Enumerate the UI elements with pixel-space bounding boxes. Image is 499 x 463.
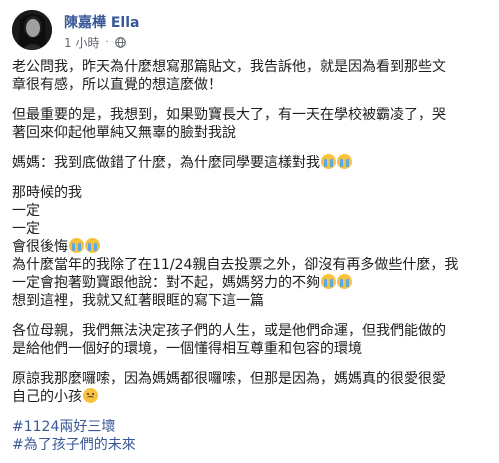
- crying-face-icon: [337, 274, 352, 289]
- text-line: 那時候的我: [12, 185, 82, 201]
- post-timestamp[interactable]: 1 小時: [64, 34, 99, 51]
- paragraph-3: 媽媽：我到底做錯了什麼，為什麼同學要這樣對我: [12, 154, 487, 172]
- text-line: 想到這裡，我就又紅著眼眶的寫下這一篇: [12, 293, 264, 309]
- text-line: 原諒我那麼囉嗦，因為媽媽都很囉嗦，但那是因為，媽媽真的很愛很愛: [12, 371, 446, 387]
- sad-face-icon: [83, 388, 98, 403]
- crying-face-icon: [321, 154, 336, 169]
- text-segment: 會很後悔: [12, 239, 68, 255]
- post-header: 陳嘉樺 Ella 1 小時 ·: [12, 10, 487, 54]
- paragraph-1: 老公問我，昨天為什麼想寫那篇貼文，我告訴他，就是因為看到那些文 章很有感，所以直…: [12, 58, 487, 94]
- text-line: 章很有感，所以直覺的想這麼做！: [12, 77, 222, 93]
- crying-face-icon: [69, 238, 84, 253]
- text-line: 一定會抱著勁寶跟他說：對不起，媽媽努力的不夠: [12, 274, 487, 292]
- text-line: 一定: [12, 221, 40, 237]
- crying-face-icon: [337, 154, 352, 169]
- paragraph-4: 那時候的我 一定 一定 會很後悔 為什麼當年的我除了在11/24親自去投票之外，…: [12, 184, 487, 310]
- text-line: 老公問我，昨天為什麼想寫那篇貼文，我告訴他，就是因為看到那些文: [12, 59, 446, 75]
- text-segment: 一定會抱著勁寶跟他說：對不起，媽媽努力的不夠: [12, 275, 320, 291]
- hashtag-link[interactable]: #為了孩子們的未來: [12, 436, 487, 454]
- text-segment: 媽媽：我到底做錯了什麼，為什麼同學要這樣對我: [12, 155, 320, 171]
- text-line: 著回來仰起他單純又無辜的臉對我說: [12, 125, 236, 141]
- text-line: 為什麼當年的我除了在11/24親自去投票之外，卻沒有再多做些什麼，我: [12, 257, 459, 273]
- paragraph-6: 原諒我那麼囉嗦，因為媽媽都很囉嗦，但那是因為，媽媽真的很愛很愛 自己的小孩: [12, 370, 487, 406]
- paragraph-2: 但最重要的是，我想到，如果勁寶長大了，有一天在學校被霸凌了，哭 著回來仰起他單純…: [12, 106, 487, 142]
- text-segment: 自己的小孩: [12, 389, 82, 405]
- hashtag-list: #1124兩好三壞 #為了孩子們的未來: [12, 418, 487, 454]
- paragraph-5: 各位母親，我們無法決定孩子們的人生，或是他們命運，但我們能做的 是給他們一個好的…: [12, 322, 487, 358]
- text-line: 但最重要的是，我想到，如果勁寶長大了，有一天在學校被霸凌了，哭: [12, 107, 446, 123]
- meta-separator: ·: [105, 37, 109, 48]
- text-line: 會很後悔: [12, 238, 487, 256]
- text-line: 一定: [12, 203, 40, 219]
- text-line: 自己的小孩: [12, 388, 487, 406]
- post-meta: 1 小時 ·: [64, 34, 126, 51]
- hashtag-link[interactable]: #1124兩好三壞: [12, 418, 487, 436]
- globe-icon[interactable]: [114, 37, 126, 48]
- text-line: 各位母親，我們無法決定孩子們的人生，或是他們命運，但我們能做的: [12, 323, 446, 339]
- crying-face-icon: [85, 238, 100, 253]
- crying-face-icon: [321, 274, 336, 289]
- post-body: 老公問我，昨天為什麼想寫那篇貼文，我告訴他，就是因為看到那些文 章很有感，所以直…: [12, 58, 487, 454]
- avatar[interactable]: [12, 10, 52, 50]
- text-line: 是給他們一個好的環境，一個懂得相互尊重和包容的環境: [12, 341, 362, 357]
- text-line: 媽媽：我到底做錯了什麼，為什麼同學要這樣對我: [12, 154, 487, 172]
- author-name[interactable]: 陳嘉樺 Ella: [64, 12, 139, 32]
